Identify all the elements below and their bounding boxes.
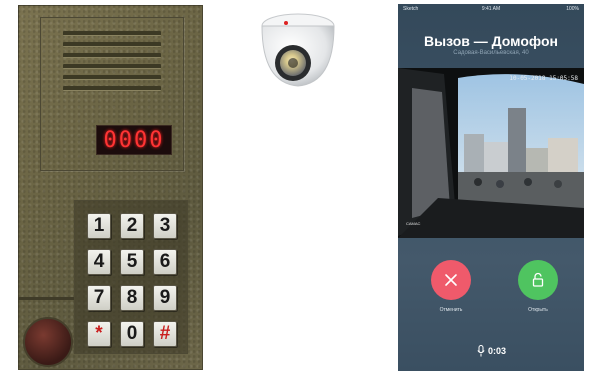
call-address: Садовая-Васильевская, 40 [453, 50, 529, 56]
camera-label: CAMAC [406, 221, 421, 226]
key-3[interactable]: 3 [153, 213, 177, 239]
status-battery: 100% [566, 6, 579, 12]
close-icon [445, 274, 457, 286]
call-title: Вызов — Домофон [424, 33, 558, 49]
led-display-value: 0000 [103, 127, 165, 153]
key-4[interactable]: 4 [87, 249, 111, 275]
key-6[interactable]: 6 [153, 249, 177, 275]
speaker-grille [63, 31, 161, 97]
video-feed[interactable] [398, 68, 584, 238]
panel-ledge [18, 297, 74, 300]
phone-call-screen: Sketch 9:41 AM 100% Вызов — Домофон Садо… [398, 4, 584, 371]
keypad: 1 2 3 4 5 6 7 8 9 * 0 # [74, 200, 188, 354]
status-time: 9:41 AM [481, 6, 501, 12]
dome-camera-image [261, 13, 335, 87]
call-duration: 0:03 [488, 346, 507, 356]
status-bar: Sketch 9:41 AM 100% [398, 4, 584, 14]
key-9[interactable]: 9 [153, 285, 177, 311]
key-5[interactable]: 5 [120, 249, 144, 275]
key-7[interactable]: 7 [87, 285, 111, 311]
key-star[interactable]: * [87, 321, 111, 347]
key-2[interactable]: 2 [120, 213, 144, 239]
open-label: Открыть [528, 307, 548, 313]
key-1[interactable]: 1 [87, 213, 111, 239]
open-door-button[interactable] [518, 260, 558, 300]
video-timestamp: 10-05-2018 15:05:58 [509, 75, 578, 82]
unlock-icon [532, 272, 544, 287]
decline-button[interactable] [431, 260, 471, 300]
key-8[interactable]: 8 [120, 285, 144, 311]
decline-label: Отменить [439, 307, 463, 313]
microphone-icon [477, 345, 485, 357]
key-reader[interactable] [23, 317, 73, 367]
call-timer: 0:03 [477, 345, 506, 357]
key-hash[interactable]: # [153, 321, 177, 347]
intercom-panel: 0000 1 2 3 4 5 6 7 8 9 * 0 # [18, 5, 203, 370]
key-0[interactable]: 0 [120, 321, 144, 347]
led-display: 0000 [96, 125, 172, 155]
